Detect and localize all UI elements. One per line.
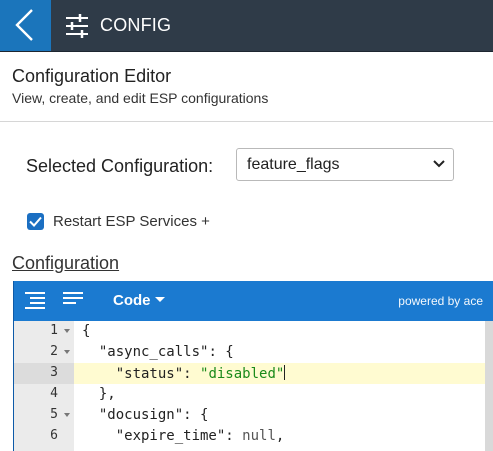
json-key: "async_calls" bbox=[98, 344, 209, 360]
top-bar: CONFIG bbox=[0, 0, 493, 52]
line-number: 5 bbox=[50, 407, 58, 422]
code-line: 5 "docusign": { bbox=[14, 405, 485, 426]
selected-configuration-label: Selected Configuration: bbox=[26, 156, 214, 176]
page-subtitle: View, create, and edit ESP configuration… bbox=[12, 90, 269, 106]
back-button[interactable] bbox=[0, 0, 51, 51]
code-line-active: 3 "status": "disabled" bbox=[14, 363, 485, 384]
sliders-icon bbox=[66, 14, 88, 38]
code-text: "status": "disabled" bbox=[115, 365, 286, 382]
configuration-link[interactable]: Configuration bbox=[12, 253, 119, 274]
editor-toolbar: Code powered by ace bbox=[14, 281, 493, 321]
code-text: "expire_time": null, bbox=[115, 428, 285, 444]
json-string-value: "disabled" bbox=[200, 366, 285, 382]
chevron-down-icon bbox=[433, 160, 445, 168]
code-editor: Code powered by ace 1 { 2 "async_calls":… bbox=[13, 281, 493, 451]
header-divider bbox=[0, 121, 493, 122]
fold-icon[interactable] bbox=[64, 413, 70, 417]
code-line: 4 }, bbox=[14, 384, 485, 405]
chevron-left-icon bbox=[15, 9, 33, 41]
editor-scrollbar[interactable] bbox=[485, 321, 493, 451]
json-key: "status" bbox=[115, 366, 184, 382]
mode-label: Code bbox=[113, 292, 151, 309]
compact-icon[interactable] bbox=[62, 291, 84, 309]
code-text: "async_calls": { bbox=[98, 344, 234, 360]
fold-icon[interactable] bbox=[64, 350, 70, 354]
json-null-value: null bbox=[242, 428, 276, 444]
caret-down-icon bbox=[154, 296, 165, 302]
restart-esp-label: Restart ESP Services + bbox=[53, 213, 210, 230]
json-punct: }, bbox=[98, 386, 116, 402]
fold-icon[interactable] bbox=[64, 329, 70, 333]
code-text: }, bbox=[82, 386, 116, 402]
app-title: CONFIG bbox=[100, 15, 172, 35]
page-title: Configuration Editor bbox=[12, 66, 172, 86]
line-number: 1 bbox=[50, 323, 58, 338]
mode-menu-button[interactable]: Code bbox=[113, 292, 165, 309]
code-line: 6 "expire_time": null, bbox=[14, 426, 485, 447]
line-number: 4 bbox=[50, 386, 58, 401]
powered-by-ace: powered by ace bbox=[398, 294, 483, 308]
line-number: 2 bbox=[50, 344, 58, 359]
format-icon[interactable] bbox=[24, 291, 46, 309]
code-line: 1 { bbox=[14, 321, 485, 342]
line-number: 3 bbox=[50, 365, 58, 380]
code-text: { bbox=[82, 323, 91, 339]
json-key: "expire_time" bbox=[115, 428, 226, 444]
configuration-select[interactable]: feature_flags bbox=[236, 148, 454, 181]
configuration-select-value: feature_flags bbox=[247, 156, 340, 173]
restart-esp-checkbox[interactable] bbox=[27, 213, 44, 230]
code-line: 2 "async_calls": { bbox=[14, 342, 485, 363]
editor-body[interactable]: 1 { 2 "async_calls": { 3 "status": "disa… bbox=[14, 321, 493, 451]
line-number: 6 bbox=[50, 428, 58, 443]
checkmark-icon bbox=[29, 216, 42, 227]
json-key: "docusign" bbox=[98, 407, 184, 423]
text-cursor bbox=[284, 365, 286, 380]
code-text: "docusign": { bbox=[98, 407, 209, 423]
